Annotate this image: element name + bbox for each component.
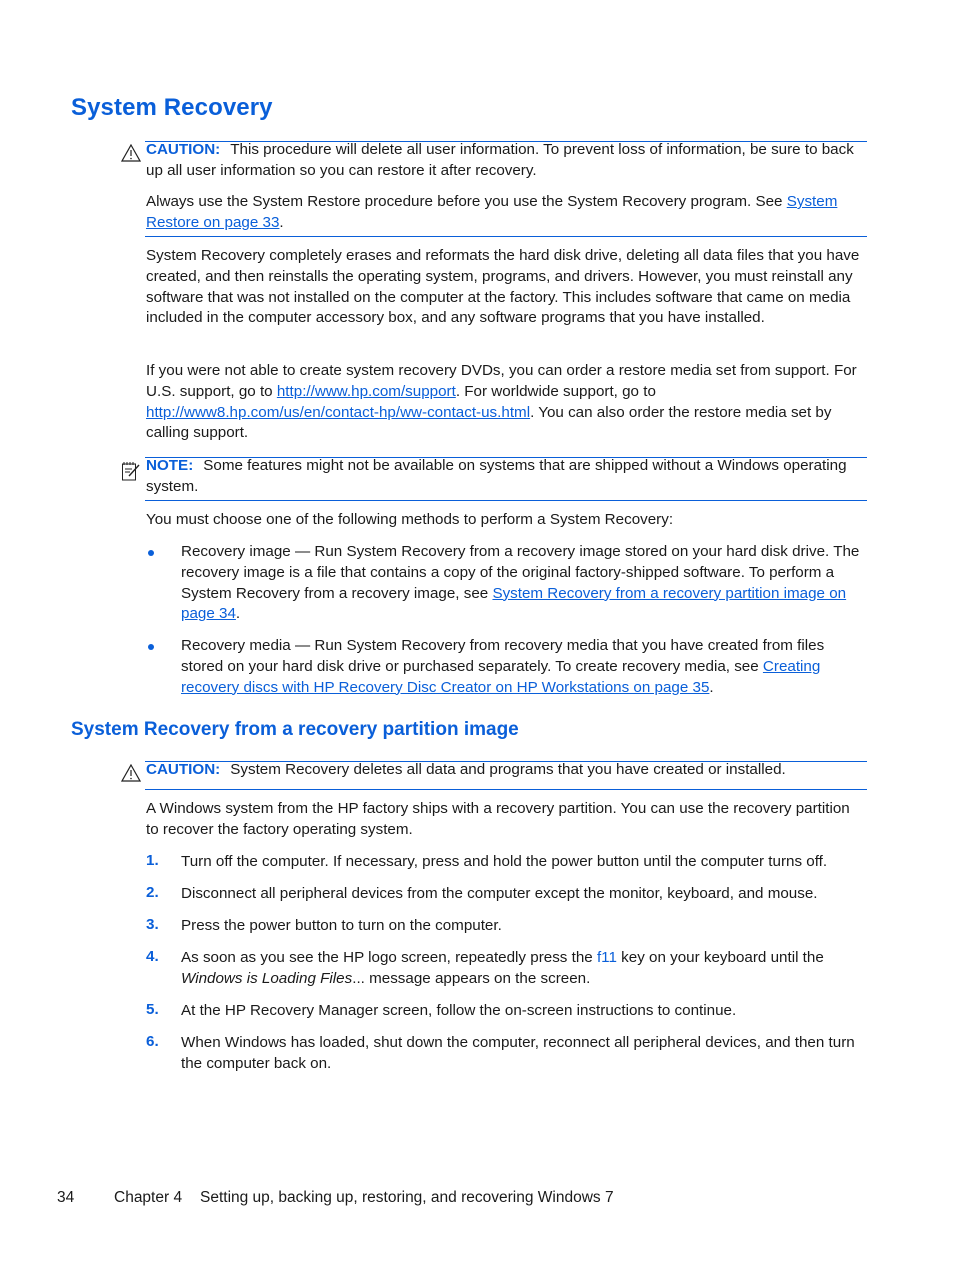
step-text: Turn off the computer. If necessary, pre… [181,853,828,870]
caution2-box: CAUTION: System Recovery deletes all data… [146,760,862,781]
note-box: NOTE: Some features might not be availabl… [146,456,862,498]
f11-key: f11 [596,949,617,966]
chapter-title: Setting up, backing up, restoring, and r… [200,1189,614,1206]
system-restore-paragraph: Always use the System Restore procedure … [146,192,862,234]
caution2-bottom-rule [145,789,867,790]
warning-triangle-icon [121,144,141,162]
step-text-part: As soon as you see the HP logo screen, r… [181,949,597,966]
bullet-icon [148,550,154,556]
list-item: Recovery image — Run System Recovery fro… [181,542,866,625]
dvd-paragraph: If you were not able to create system re… [146,361,862,444]
step-number: 5. [146,1001,159,1018]
section-title: System Recovery [71,94,273,121]
loading-message: Windows is Loading Files [181,969,353,987]
caution-label: CAUTION: [146,141,221,158]
step-number: 4. [146,948,159,965]
note-bottom-rule [145,500,867,501]
step-text: At the HP Recovery Manager screen, follo… [181,1002,737,1019]
system-restore-text: Always use the System Restore procedure … [146,193,787,210]
period: . [235,605,241,623]
methods-intro: You must choose one of the following met… [146,511,674,528]
note-label: NOTE: [146,457,194,474]
caution-box: CAUTION: This procedure will delete all u… [146,140,862,182]
caution-text: System Recovery deletes all data and pro… [230,761,786,778]
period: . [279,213,284,231]
period: . [709,678,714,696]
step-number: 1. [146,852,159,869]
note-text: Some features might not be available on … [146,457,847,495]
caution-label: CAUTION: [146,761,221,778]
partition-intro: A Windows system from the HP factory shi… [146,800,850,838]
step-number: 2. [146,884,159,901]
step-text: When Windows has loaded, shut down the c… [181,1034,855,1072]
step-text: As soon as you see the HP logo screen, r… [181,948,866,990]
worldwide-support-link[interactable]: http://www8.hp.com/us/en/contact-hp/ww-c… [146,404,530,421]
chapter-label: Chapter 4 [114,1189,183,1206]
dvd-text-2: . For worldwide support, go to [455,382,656,400]
step-text-part: key on your keyboard until the [616,949,824,966]
erase-paragraph: System Recovery completely erases and re… [146,247,860,327]
step-number: 6. [146,1033,159,1050]
caution-text: This procedure will delete all user info… [146,141,854,179]
step-number: 3. [146,916,159,933]
bullet-icon [148,644,154,650]
step-text: Disconnect all peripheral devices from t… [181,885,818,902]
step-text-part: ... message appears on the screen. [352,969,591,987]
page-number: 34 [57,1189,75,1206]
note-pad-icon [122,462,140,481]
hp-support-link[interactable]: http://www.hp.com/support [277,383,456,400]
warning-triangle-icon [121,764,141,782]
recovery-media-text: Recovery media — Run System Recovery fro… [181,637,825,675]
list-item: Recovery media — Run System Recovery fro… [181,636,866,698]
subsection-title: System Recovery from a recovery partitio… [71,719,519,740]
caution-bottom-rule [145,236,867,237]
step-text: Press the power button to turn on the co… [181,917,502,934]
